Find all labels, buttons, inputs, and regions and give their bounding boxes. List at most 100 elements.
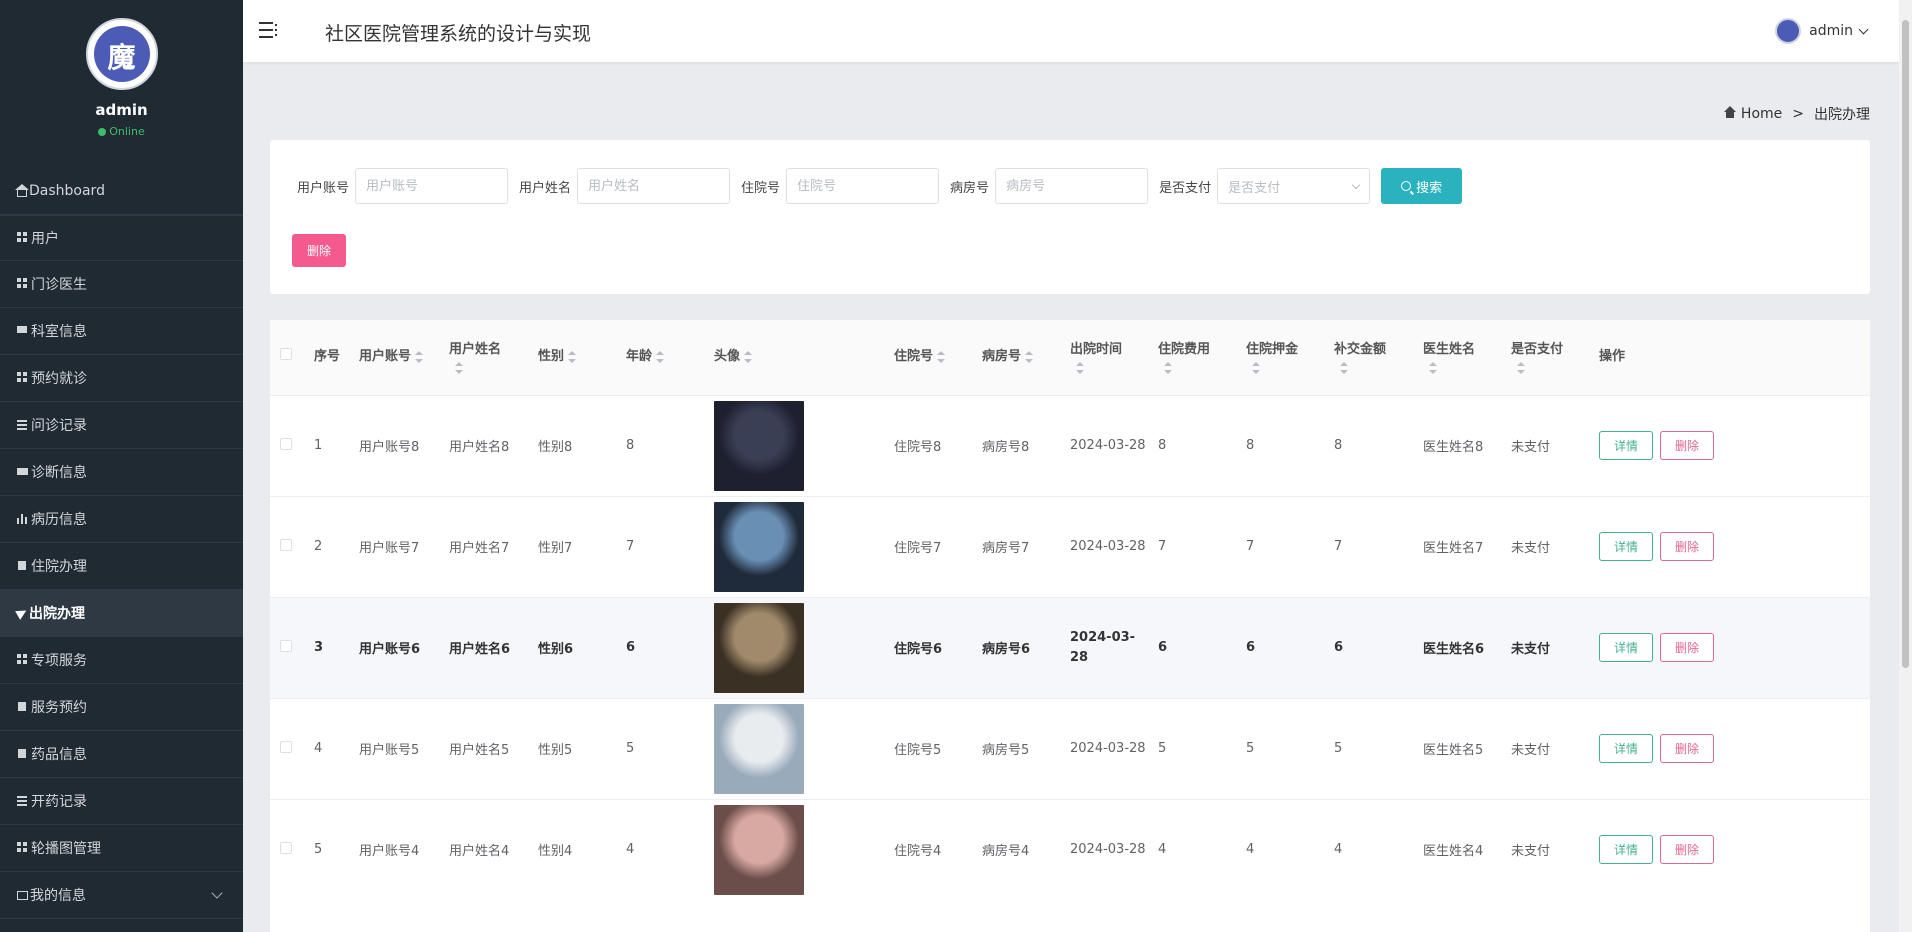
chevron-down-icon — [1351, 180, 1361, 189]
detail-button[interactable]: 详情 — [1599, 431, 1653, 460]
sort-icon[interactable] — [1340, 362, 1348, 375]
delete-button[interactable]: 删除 — [1660, 835, 1714, 865]
cell-deposit: 5 — [1246, 741, 1255, 756]
col-age[interactable]: 年龄 — [626, 320, 714, 395]
cell-ward_no: 病房号8 — [982, 440, 1030, 455]
sidebar-item-0[interactable]: Dashboard — [0, 168, 243, 215]
col-doctor[interactable]: 医生姓名 — [1423, 320, 1511, 395]
cell-ward_no: 病房号6 — [982, 642, 1031, 657]
sidebar-item-9[interactable]: 出院办理 — [0, 590, 243, 637]
chevron-down-icon — [1858, 24, 1869, 34]
bulk-delete-button[interactable]: 删除 — [292, 234, 346, 267]
sort-icon[interactable] — [455, 362, 463, 375]
table-row[interactable]: 4 用户账号5 用户姓名5 性别5 5 住院号5 病房号5 2024-03-28 5 5 5 医生姓名… — [270, 698, 1870, 799]
cell-fee: 5 — [1158, 741, 1167, 756]
sidebar-item-8[interactable]: 住院办理 — [0, 543, 243, 590]
paid-select[interactable]: 是否支付 — [1217, 168, 1371, 204]
col-account[interactable]: 用户账号 — [359, 320, 449, 395]
sidebar-item-3[interactable]: 科室信息 — [0, 308, 243, 355]
sort-icon[interactable] — [1252, 362, 1260, 375]
row-checkbox[interactable] — [280, 639, 292, 652]
row-checkbox[interactable] — [280, 437, 292, 450]
ward-input[interactable] — [995, 168, 1149, 204]
col-supplement[interactable]: 补交金额 — [1334, 320, 1423, 395]
sidebar-item-14[interactable]: 轮播图管理 — [0, 825, 243, 872]
sort-icon[interactable] — [568, 350, 577, 363]
sidebar-item-11[interactable]: 服务预约 — [0, 684, 243, 731]
sidebar-item-2[interactable]: 门诊医生 — [0, 261, 243, 308]
paper-plane-icon — [15, 606, 29, 620]
detail-button[interactable]: 详情 — [1599, 734, 1653, 763]
sidebar-item-6[interactable]: 诊断信息 — [0, 449, 243, 496]
sidebar-item-13[interactable]: 开药记录 — [0, 778, 243, 825]
scrollbar-thumb[interactable] — [1902, 20, 1909, 668]
col-deposit[interactable]: 住院押金 — [1246, 320, 1334, 395]
detail-button[interactable]: 详情 — [1599, 633, 1653, 662]
sort-icon[interactable] — [415, 350, 424, 363]
menu-toggle-icon[interactable] — [259, 22, 277, 38]
delete-button[interactable]: 删除 — [1660, 633, 1714, 662]
page-scrollbar[interactable] — [1899, 0, 1912, 932]
sort-icon[interactable] — [656, 350, 665, 363]
sort-icon[interactable] — [744, 350, 753, 363]
col-ward[interactable]: 病房号 — [982, 320, 1070, 395]
name-input[interactable] — [577, 168, 731, 204]
col-admission[interactable]: 住院号 — [894, 320, 982, 395]
sort-icon[interactable] — [1517, 362, 1525, 375]
sidebar-item-10[interactable]: 专项服务 — [0, 637, 243, 684]
breadcrumb-home[interactable]: Home — [1741, 106, 1782, 122]
col-name[interactable]: 用户姓名 — [449, 320, 538, 395]
cell-paid: 未支付 — [1511, 541, 1551, 556]
cup-icon — [17, 748, 29, 760]
table-row[interactable]: 3 用户账号6 用户姓名6 性别6 6 住院号6 病房号6 2024-03-28 6 6 6 医生姓名… — [270, 597, 1870, 698]
table-row[interactable]: 5 用户账号4 用户姓名4 性别4 4 住院号4 病房号4 2024-03-28 4 4 4 医生姓名… — [270, 799, 1870, 900]
sidebar-item-15[interactable]: 我的信息 — [0, 872, 243, 919]
sidebar-item-1[interactable]: 用户 — [0, 215, 243, 261]
row-checkbox[interactable] — [280, 841, 292, 854]
detail-button[interactable]: 详情 — [1599, 532, 1653, 561]
sidebar-item-label: 诊断信息 — [31, 465, 87, 481]
col-fee[interactable]: 住院费用 — [1158, 320, 1246, 395]
col-paid[interactable]: 是否支付 — [1511, 320, 1599, 395]
cell-paid: 未支付 — [1511, 844, 1551, 860]
row-checkbox[interactable] — [280, 538, 292, 551]
select-all-checkbox[interactable] — [280, 348, 292, 361]
cup-icon — [17, 701, 29, 713]
row-checkbox[interactable] — [280, 740, 292, 753]
cell-fee: 8 — [1158, 438, 1167, 453]
delete-button[interactable]: 删除 — [1660, 431, 1714, 460]
list-icon — [17, 795, 29, 807]
cell-name: 用户姓名4 — [449, 844, 510, 860]
cell-age: 6 — [626, 640, 636, 655]
delete-button[interactable]: 删除 — [1660, 532, 1714, 561]
sort-icon[interactable] — [1076, 362, 1084, 375]
col-gender[interactable]: 性别 — [538, 320, 626, 395]
sidebar: 魔 admin Online Dashboard 用户 门诊医生 科室信息 预约就诊 问诊… — [0, 0, 243, 932]
search-button[interactable]: 搜索 — [1381, 168, 1463, 204]
cell-gender: 性别6 — [538, 642, 574, 657]
sidebar-item-7[interactable]: 病历信息 — [0, 496, 243, 543]
cell-paid: 未支付 — [1511, 642, 1551, 657]
table-row[interactable]: 1 用户账号8 用户姓名8 性别8 8 住院号8 病房号8 2024-03-28 8 8 8 医生姓名… — [270, 395, 1870, 496]
col-discharge-time[interactable]: 出院时间 — [1070, 320, 1158, 395]
sort-icon[interactable] — [1025, 350, 1034, 363]
detail-button[interactable]: 详情 — [1599, 835, 1653, 865]
sort-icon[interactable] — [937, 350, 946, 363]
table-row[interactable]: 2 用户账号7 用户姓名7 性别7 7 住院号7 病房号7 2024-03-28 7 7 7 医生姓名… — [270, 496, 1870, 597]
grid-icon — [17, 654, 29, 666]
search-form: 用户账号 用户姓名 住院号 病房号 是否支付 是否支付 搜索 — [297, 168, 1463, 204]
user-menu[interactable]: admin — [1775, 18, 1869, 44]
data-table-panel: 序号 用户账号 用户姓名 性别 年龄 头像 住院号 病房号 出院时间 住院费用 … — [270, 320, 1870, 932]
sidebar-item-12[interactable]: 药品信息 — [0, 731, 243, 778]
col-avatar[interactable]: 头像 — [714, 320, 894, 395]
account-input[interactable] — [355, 168, 509, 204]
sort-icon[interactable] — [1429, 362, 1437, 375]
delete-button[interactable]: 删除 — [1660, 734, 1714, 763]
sidebar-item-5[interactable]: 问诊记录 — [0, 402, 243, 449]
sidebar-item-label: 专项服务 — [31, 653, 87, 669]
sort-icon[interactable] — [1164, 362, 1172, 375]
cell-deposit: 7 — [1246, 539, 1255, 554]
admission-input[interactable] — [786, 168, 940, 204]
sidebar-nav: Dashboard 用户 门诊医生 科室信息 预约就诊 问诊记录诊断信息病历信息 住院办理出… — [0, 168, 243, 919]
sidebar-item-4[interactable]: 预约就诊 — [0, 355, 243, 402]
